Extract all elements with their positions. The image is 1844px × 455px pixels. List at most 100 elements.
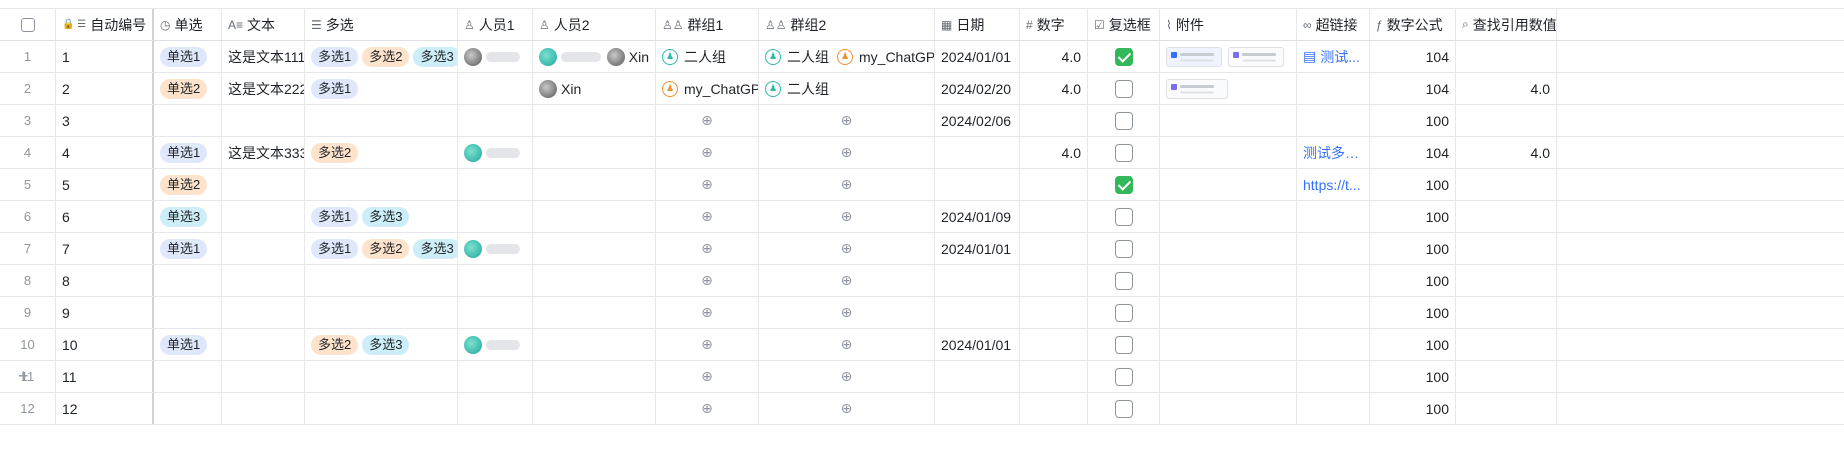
cell-date[interactable] [935,361,1020,392]
cell-number[interactable] [1020,329,1088,360]
cell-lookup[interactable] [1456,233,1557,264]
cell-text[interactable]: 这是文本222 [222,73,305,104]
add-group-icon[interactable]: ⊕ [765,240,928,257]
cell-group2[interactable]: ⊕ [759,233,935,264]
cell-single[interactable]: 单选1 [154,41,222,72]
cell-hyperlink[interactable]: ▤ 测试... [1297,41,1370,72]
cell-group1[interactable]: ⊕ [656,105,759,136]
add-group-icon[interactable]: ⊕ [662,112,752,129]
cell-text[interactable] [222,169,305,200]
cell-group1[interactable]: ⊕ [656,201,759,232]
table-row[interactable]: 10 10 单选1 多选2 多选3 ⊕ ⊕ 2024/01/01 100 [0,329,1844,361]
cell-multi[interactable] [305,297,458,328]
cell-autonum[interactable]: 4 [56,137,154,168]
add-row-button[interactable]: + [18,366,29,387]
cell-single[interactable] [154,393,222,424]
cell-autonum[interactable]: 5 [56,169,154,200]
cell-date[interactable]: 2024/02/20 [935,73,1020,104]
cell-person1[interactable] [458,265,533,296]
cell-hyperlink[interactable] [1297,105,1370,136]
cell-number[interactable] [1020,393,1088,424]
cell-single[interactable] [154,105,222,136]
cell-number[interactable] [1020,361,1088,392]
cell-single[interactable] [154,361,222,392]
checkbox[interactable] [1114,143,1133,162]
cell-date[interactable]: 2024/01/01 [935,41,1020,72]
cell-checkbox[interactable] [1088,73,1160,104]
cell-attachment[interactable] [1160,361,1297,392]
cell-number[interactable] [1020,297,1088,328]
column-header-multi[interactable]: ☰ 多选 [305,9,458,40]
cell-person2[interactable] [533,393,656,424]
cell-group1[interactable]: ⊕ [656,137,759,168]
cell-multi[interactable] [305,105,458,136]
table-row[interactable]: 9 9 ⊕ ⊕ 100 [0,297,1844,329]
checkbox[interactable] [1114,271,1133,290]
cell-date[interactable]: 2024/01/01 [935,233,1020,264]
cell-attachment[interactable] [1160,137,1297,168]
column-header-group1[interactable]: ♙♙ 群组1 [656,9,759,40]
cell-formula[interactable]: 100 [1370,169,1456,200]
cell-checkbox[interactable] [1088,105,1160,136]
cell-date[interactable] [935,265,1020,296]
add-group-icon[interactable]: ⊕ [765,144,928,161]
cell-hyperlink[interactable] [1297,233,1370,264]
cell-multi[interactable]: 多选1 [305,73,458,104]
cell-person1[interactable] [458,393,533,424]
add-group-icon[interactable]: ⊕ [662,336,752,353]
cell-formula[interactable]: 100 [1370,233,1456,264]
column-header-hyperlink[interactable]: ∞ 超链接 [1297,9,1370,40]
cell-checkbox[interactable] [1088,41,1160,72]
checkbox[interactable] [1114,175,1133,194]
cell-hyperlink[interactable] [1297,73,1370,104]
cell-person1[interactable] [458,41,533,72]
cell-attachment[interactable] [1160,329,1297,360]
cell-text[interactable] [222,265,305,296]
cell-group1[interactable]: ⊕ [656,233,759,264]
cell-date[interactable]: 2024/02/06 [935,105,1020,136]
cell-group1[interactable]: ♟ my_ChatGPT [656,73,759,104]
cell-person2[interactable] [533,361,656,392]
cell-autonum[interactable]: 6 [56,201,154,232]
cell-hyperlink[interactable] [1297,265,1370,296]
column-header-person1[interactable]: ♙ 人员1 [458,9,533,40]
cell-text[interactable] [222,329,305,360]
column-header-person2[interactable]: ♙ 人员2 [533,9,656,40]
cell-single[interactable]: 单选2 [154,169,222,200]
cell-date[interactable] [935,297,1020,328]
cell-person2[interactable] [533,233,656,264]
cell-checkbox[interactable] [1088,169,1160,200]
attachment-thumbnail[interactable] [1166,78,1228,99]
column-header-lookup[interactable]: ⌕ 查找引用数值 [1456,9,1557,40]
checkbox[interactable] [1114,303,1133,322]
column-header-formula[interactable]: ƒ 数字公式 [1370,9,1456,40]
cell-group2[interactable]: ⊕ [759,137,935,168]
table-row[interactable]: 8 8 ⊕ ⊕ 100 [0,265,1844,297]
hyperlink-text[interactable]: https://t... [1303,177,1361,193]
cell-multi[interactable]: 多选1 多选2 多选3 [305,233,458,264]
cell-autonum[interactable]: 2 [56,73,154,104]
cell-multi[interactable]: 多选1 多选3 [305,201,458,232]
cell-hyperlink[interactable] [1297,329,1370,360]
cell-attachment[interactable] [1160,201,1297,232]
attachment-thumbnail[interactable] [1228,46,1284,67]
cell-single[interactable]: 单选1 [154,137,222,168]
cell-person1[interactable] [458,73,533,104]
checkbox[interactable] [1114,111,1133,130]
cell-checkbox[interactable] [1088,361,1160,392]
cell-text[interactable] [222,105,305,136]
checkbox[interactable] [1114,239,1133,258]
cell-attachment[interactable] [1160,233,1297,264]
cell-group1[interactable]: ⊕ [656,329,759,360]
cell-lookup[interactable] [1456,41,1557,72]
cell-formula[interactable]: 104 [1370,137,1456,168]
cell-date[interactable] [935,137,1020,168]
cell-attachment[interactable] [1160,297,1297,328]
cell-autonum[interactable]: 3 [56,105,154,136]
table-row[interactable]: 11 11 ⊕ ⊕ 100 [0,361,1844,393]
cell-multi[interactable] [305,169,458,200]
hyperlink-text[interactable]: 测试多维... [1303,143,1363,163]
cell-person2[interactable] [533,137,656,168]
cell-multi[interactable]: 多选2 [305,137,458,168]
checkbox[interactable] [1114,367,1133,386]
